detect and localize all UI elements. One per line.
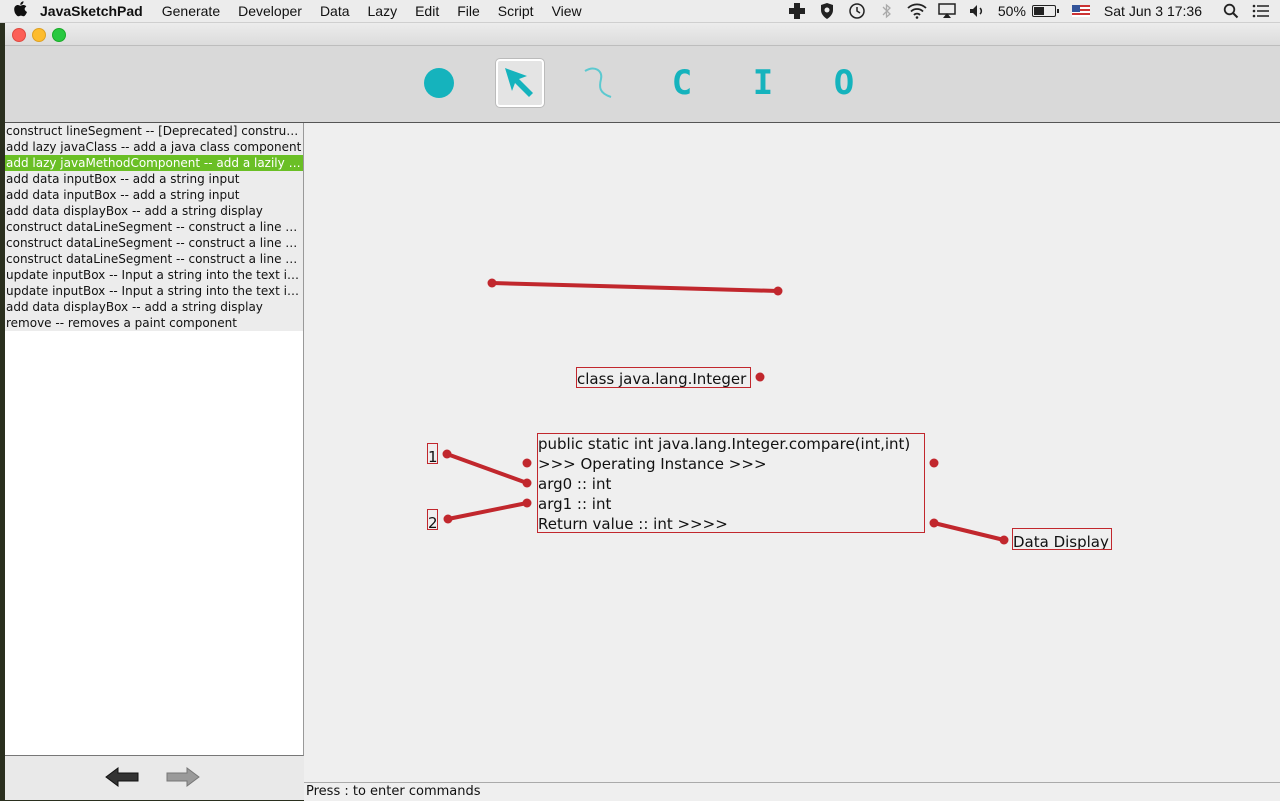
command-list-item[interactable]: construct dataLineSegment -- construct a…	[5, 251, 303, 267]
menu-edit[interactable]: Edit	[415, 3, 439, 19]
line-endpoint[interactable]	[442, 449, 452, 459]
arg1-label: arg1 :: int	[538, 495, 612, 513]
circle-icon	[424, 68, 454, 98]
command-list-item[interactable]: add data inputBox -- add a string input	[5, 187, 303, 203]
input-box-2[interactable]: 2	[427, 509, 438, 530]
line-endpoint[interactable]	[773, 286, 783, 296]
line-segment[interactable]	[491, 281, 779, 293]
data-display-box[interactable]: Data Display	[1012, 528, 1112, 550]
battery-icon[interactable]	[1031, 5, 1059, 17]
line-endpoint[interactable]	[443, 514, 453, 524]
input-box-1[interactable]: 1	[427, 443, 438, 464]
menu-data[interactable]: Data	[320, 3, 350, 19]
menu-developer[interactable]: Developer	[238, 3, 302, 19]
command-list-item[interactable]: remove -- removes a paint component	[5, 315, 303, 331]
input-source-flag-icon[interactable]	[1071, 5, 1090, 17]
command-list-item-selected[interactable]: add lazy javaMethodComponent -- add a la…	[5, 155, 303, 171]
return-value-label: Return value :: int >>>>	[538, 515, 728, 533]
time-machine-icon[interactable]	[842, 0, 872, 22]
sketch-canvas[interactable]: class java.lang.Integer public static in…	[304, 123, 1280, 782]
title-bar[interactable]	[5, 23, 1280, 46]
arg0-input-port[interactable]	[522, 478, 532, 488]
menu-generate[interactable]: Generate	[162, 3, 220, 19]
back-button[interactable]	[102, 764, 142, 790]
i-tool-label: I	[752, 63, 774, 103]
history-nav-bar	[5, 756, 305, 800]
zoom-button[interactable]	[52, 28, 66, 42]
data-line-segment[interactable]	[447, 501, 528, 521]
menu-view[interactable]: View	[552, 3, 582, 19]
command-list-item[interactable]: add data displayBox -- add a string disp…	[5, 299, 303, 315]
circle-tool[interactable]	[415, 59, 463, 107]
wifi-icon[interactable]	[902, 0, 932, 22]
data-line-segment[interactable]	[933, 521, 1005, 542]
o-tool-label: O	[833, 63, 855, 103]
command-list-item[interactable]: construct lineSegment -- [Deprecated] co…	[5, 123, 303, 139]
operating-instance-label: >>> Operating Instance >>>	[538, 455, 767, 473]
arrow-left-icon	[105, 767, 139, 787]
gamepad-icon[interactable]	[782, 0, 812, 22]
instance-input-port[interactable]	[522, 458, 532, 468]
volume-icon[interactable]	[962, 0, 992, 22]
i-tool[interactable]: I	[739, 59, 787, 107]
class-output-port[interactable]	[755, 372, 765, 382]
o-tool[interactable]: O	[820, 59, 868, 107]
clock[interactable]: Sat Jun 3 17:36	[1104, 3, 1202, 19]
battery-percent: 50%	[997, 3, 1026, 19]
command-list-item[interactable]: add data displayBox -- add a string disp…	[5, 203, 303, 219]
status-bar: Press : to enter commands	[304, 782, 1280, 801]
bluetooth-icon[interactable]	[872, 0, 902, 22]
return-output-port[interactable]	[929, 518, 939, 528]
tool-palette: C I O	[5, 46, 1280, 123]
method-signature: public static int java.lang.Integer.comp…	[538, 435, 911, 453]
app-name-menu[interactable]: JavaSketchPad	[40, 3, 143, 19]
select-tool[interactable]	[496, 59, 544, 107]
arrow-right-icon	[166, 767, 200, 787]
menu-lazy[interactable]: Lazy	[368, 3, 398, 19]
command-list-item[interactable]: update inputBox -- Input a string into t…	[5, 267, 303, 283]
minimize-button[interactable]	[32, 28, 46, 42]
command-list-item[interactable]: construct dataLineSegment -- construct a…	[5, 219, 303, 235]
line-endpoint[interactable]	[487, 278, 497, 288]
java-method-component[interactable]: public static int java.lang.Integer.comp…	[537, 433, 925, 533]
command-list-item[interactable]: construct dataLineSegment -- construct a…	[5, 235, 303, 251]
menu-bar: JavaSketchPad Generate Developer Data La…	[0, 0, 1280, 23]
arg1-input-port[interactable]	[522, 498, 532, 508]
notification-center-icon[interactable]	[1246, 0, 1276, 22]
airplay-icon[interactable]	[932, 0, 962, 22]
spotlight-search-icon[interactable]	[1216, 0, 1246, 22]
app-window: C I O construct lineSegment -- [Deprecat…	[5, 23, 1280, 801]
instance-output-port[interactable]	[929, 458, 939, 468]
forward-button[interactable]	[163, 764, 203, 790]
shield-icon[interactable]	[812, 0, 842, 22]
c-tool-label: C	[671, 63, 693, 103]
command-history-list[interactable]: construct lineSegment -- [Deprecated] co…	[5, 123, 304, 756]
line-endpoint[interactable]	[999, 535, 1009, 545]
menu-file[interactable]: File	[457, 3, 480, 19]
command-list-item[interactable]: update inputBox -- Input a string into t…	[5, 283, 303, 299]
c-tool[interactable]: C	[658, 59, 706, 107]
apple-icon[interactable]	[0, 1, 40, 21]
curve-tool[interactable]	[577, 59, 625, 107]
arrow-cursor-icon	[505, 68, 533, 97]
java-class-component[interactable]: class java.lang.Integer	[576, 367, 751, 388]
close-button[interactable]	[12, 28, 26, 42]
command-list-item[interactable]: add lazy javaClass -- add a java class c…	[5, 139, 303, 155]
data-line-segment[interactable]	[446, 452, 528, 485]
menu-script[interactable]: Script	[498, 3, 534, 19]
arg0-label: arg0 :: int	[538, 475, 612, 493]
command-list-item[interactable]: add data inputBox -- add a string input	[5, 171, 303, 187]
curve-icon	[584, 67, 612, 98]
